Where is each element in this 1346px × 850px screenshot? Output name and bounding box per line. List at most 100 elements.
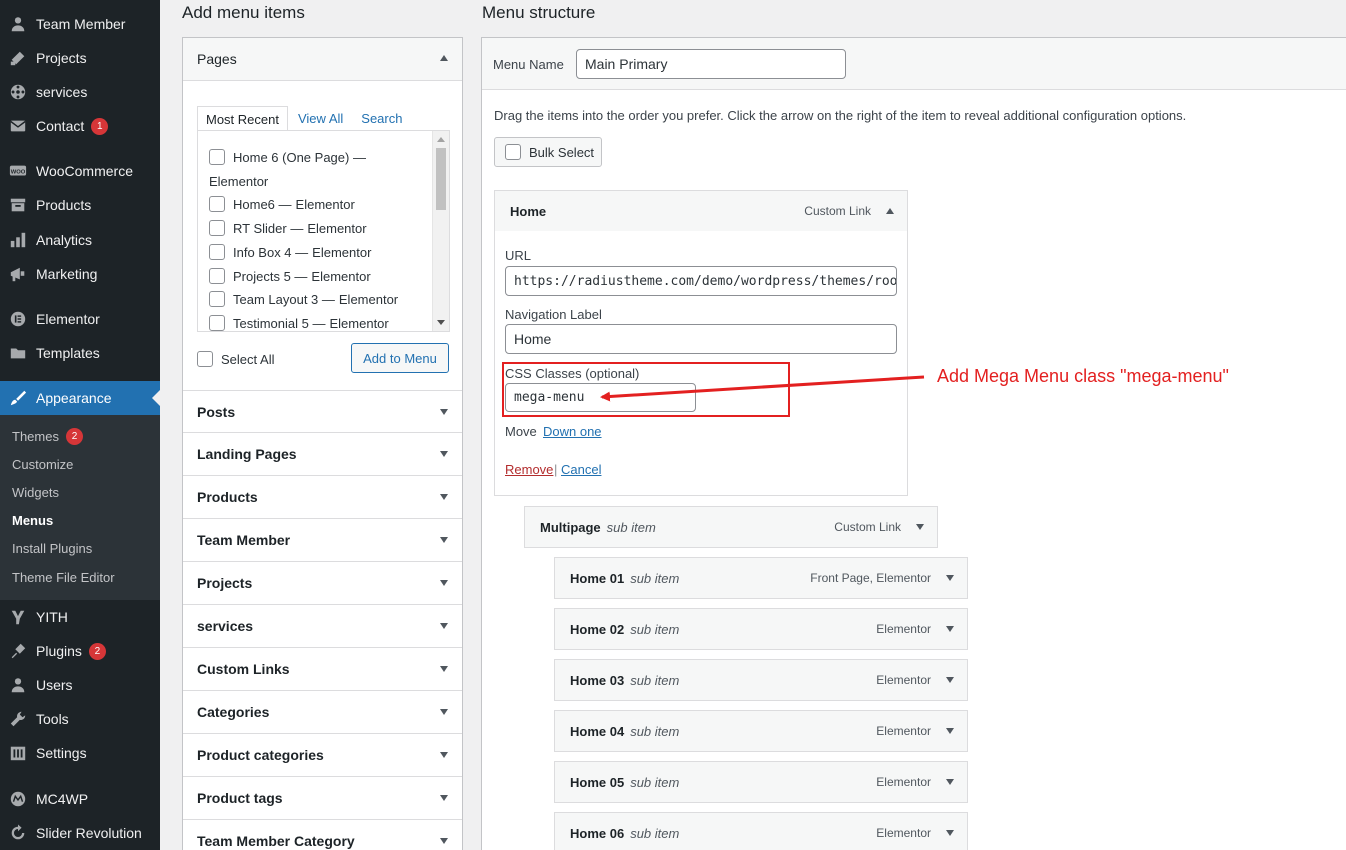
accordion-landing-pages[interactable]: Landing Pages [183,433,462,476]
sidebar-item-elementor[interactable]: Elementor [0,302,160,336]
submenu-item-themes[interactable]: Themes 2 [12,428,83,445]
checkbox[interactable] [209,244,225,260]
menu-item-home-06[interactable]: Home 06 sub item Elementor [554,812,968,850]
sidebar-item-settings[interactable]: Settings [0,736,160,770]
accordion-categories[interactable]: Categories [183,691,462,734]
accordion-posts[interactable]: Posts [183,390,462,433]
expand-arrow-icon[interactable] [440,409,448,415]
accordion-product-tags[interactable]: Product tags [183,777,462,820]
expand-arrow-icon[interactable] [440,451,448,457]
list-item[interactable]: Home6 — Elementor [209,196,355,212]
expand-arrow-icon[interactable] [440,666,448,672]
expand-arrow-icon[interactable] [440,752,448,758]
scroll-up-icon[interactable] [437,137,445,142]
sidebar-item-appearance[interactable]: Appearance [0,381,160,415]
select-all-checkbox[interactable] [197,351,213,367]
collapse-arrow-icon[interactable] [440,55,448,61]
list-item[interactable]: RT Slider — Elementor [209,220,367,236]
page-name: Projects 5 — [233,268,308,284]
list-item[interactable]: Team Layout 3 — Elementor [209,291,398,307]
submenu-item-theme-file-editor[interactable]: Theme File Editor [12,570,115,585]
expand-arrow-icon[interactable] [440,537,448,543]
expand-arrow-icon[interactable] [440,709,448,715]
expand-arrow-icon[interactable] [440,795,448,801]
sidebar-item-slider-revolution[interactable]: Slider Revolution [0,816,160,850]
menu-item-home[interactable]: Home Custom Link [494,190,908,232]
list-scrollbar[interactable] [432,131,449,331]
sidebar-item-plugins[interactable]: Plugins 2 [0,634,160,668]
checkbox[interactable] [209,149,225,165]
remove-link[interactable]: Remove [505,462,553,477]
expand-arrow-icon[interactable] [946,728,954,734]
sidebar-item-woocommerce[interactable]: WOO WooCommerce [0,154,160,188]
sidebar-item-yith[interactable]: YITH [0,600,160,634]
list-item[interactable]: Info Box 4 — Elementor [209,244,371,260]
accordion-projects[interactable]: Projects [183,562,462,605]
sidebar-item-templates[interactable]: Templates [0,336,160,370]
sidebar-item-contact[interactable]: Contact 1 [0,109,160,143]
cancel-link[interactable]: Cancel [561,462,601,477]
tab-most-recent[interactable]: Most Recent [197,106,288,132]
submenu-item-customize[interactable]: Customize [12,457,73,472]
checkbox[interactable] [209,196,225,212]
tab-view-all[interactable]: View All [290,106,351,132]
submenu-item-menus[interactable]: Menus [12,513,53,528]
accordion-team-member[interactable]: Team Member [183,519,462,562]
expand-arrow-icon[interactable] [946,575,954,581]
list-item[interactable]: Projects 5 — Elementor [209,268,371,284]
sidebar-item-tools[interactable]: Tools [0,702,160,736]
menu-item-home-02[interactable]: Home 02 sub item Elementor [554,608,968,650]
sidebar-item-analytics[interactable]: Analytics [0,223,160,257]
sidebar-item-mc4wp[interactable]: MC4WP [0,782,160,816]
menu-item-multipage[interactable]: Multipage sub item Custom Link [524,506,938,548]
bar-chart-icon [0,231,36,249]
expand-arrow-icon[interactable] [946,677,954,683]
menu-item-home-05[interactable]: Home 05 sub item Elementor [554,761,968,803]
accordion-products[interactable]: Products [183,476,462,519]
bulk-select-button[interactable]: Bulk Select [494,137,602,167]
scroll-thumb[interactable] [436,148,446,210]
expand-arrow-icon[interactable] [440,838,448,844]
menu-name-input[interactable]: Main Primary [576,49,846,79]
checkbox[interactable] [209,291,225,307]
add-to-menu-button[interactable]: Add to Menu [351,343,449,373]
list-item[interactable]: Testimonial 5 — Elementor [209,315,389,331]
navigation-label-input[interactable]: Home [505,324,897,354]
expand-arrow-icon[interactable] [946,830,954,836]
collapse-arrow-icon[interactable] [886,208,894,214]
expand-arrow-icon[interactable] [440,494,448,500]
checkbox[interactable] [209,268,225,284]
mc4wp-icon [0,790,36,808]
bulk-select-checkbox[interactable] [505,144,521,160]
accordion-product-categories[interactable]: Product categories [183,734,462,777]
accordion-custom-links[interactable]: Custom Links [183,648,462,691]
move-down-one-link[interactable]: Down one [543,424,602,439]
sidebar-item-projects[interactable]: Projects [0,41,160,75]
expand-arrow-icon[interactable] [946,779,954,785]
accordion-pages[interactable]: Pages [183,38,462,81]
checkbox[interactable] [209,315,225,331]
expand-arrow-icon[interactable] [946,626,954,632]
menu-item-home-01[interactable]: Home 01 sub item Front Page, Elementor [554,557,968,599]
accordion-services[interactable]: services [183,605,462,648]
sidebar-item-users[interactable]: Users [0,668,160,702]
expand-arrow-icon[interactable] [916,524,924,530]
menu-item-home-03[interactable]: Home 03 sub item Elementor [554,659,968,701]
checkbox[interactable] [209,220,225,236]
sidebar-item-marketing[interactable]: Marketing [0,257,160,291]
expand-arrow-icon[interactable] [440,580,448,586]
menu-item-home-04[interactable]: Home 04 sub item Elementor [554,710,968,752]
tab-search[interactable]: Search [353,106,410,132]
sidebar-item-team-member[interactable]: Team Member [0,7,160,41]
expand-arrow-icon[interactable] [440,623,448,629]
select-all[interactable]: Select All [197,351,274,367]
scroll-down-icon[interactable] [437,320,445,325]
submenu-item-install-plugins[interactable]: Install Plugins [12,541,92,556]
url-input[interactable]: https://radiustheme.com/demo/wordpress/t… [505,266,897,296]
accordion-team-member-category[interactable]: Team Member Category [183,820,462,850]
list-item[interactable]: Home 6 (One Page) — [209,149,366,165]
submenu-item-widgets[interactable]: Widgets [12,485,59,500]
sidebar-item-services[interactable]: services [0,75,160,109]
sidebar-item-products[interactable]: Products [0,188,160,222]
svg-text:WOO: WOO [11,169,26,175]
